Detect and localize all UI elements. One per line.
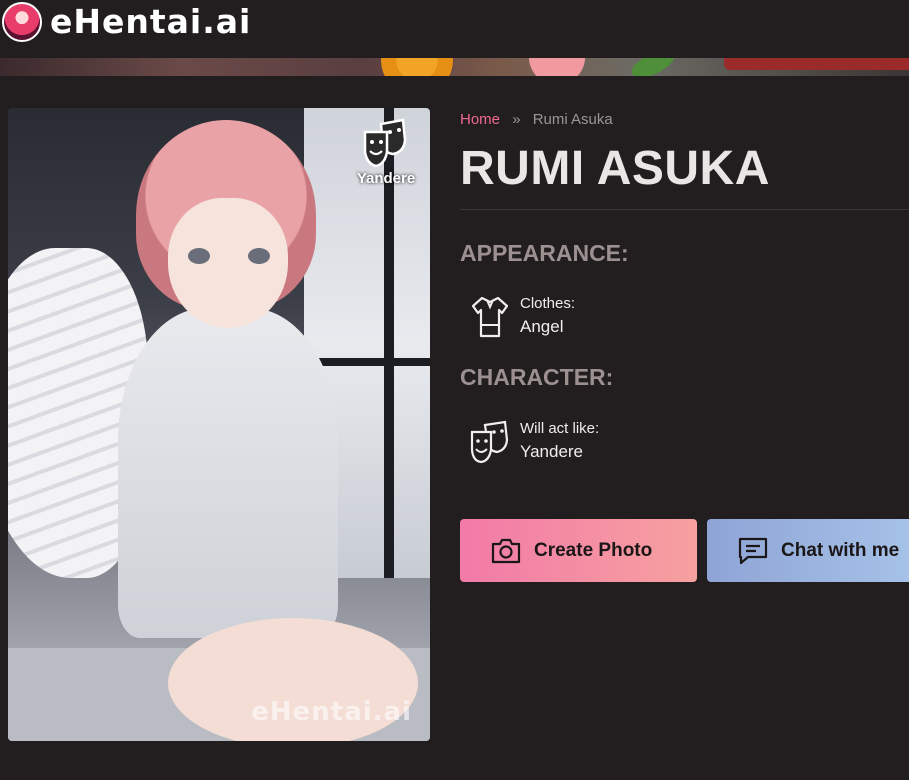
camera-icon bbox=[491, 538, 521, 563]
breadcrumb-current: Rumi Asuka bbox=[532, 111, 613, 128]
shirt-icon bbox=[471, 296, 509, 338]
breadcrumb-separator: » bbox=[512, 111, 521, 128]
title-divider bbox=[460, 209, 909, 210]
breadcrumb: Home » Rumi Asuka bbox=[460, 110, 613, 130]
site-header: eHentai.ai bbox=[0, 0, 909, 46]
character-portrait: Yandere eHentai.ai bbox=[8, 108, 430, 741]
behavior-value: Yandere bbox=[520, 442, 584, 461]
logo-avatar[interactable] bbox=[2, 2, 42, 42]
chat-bubble-icon bbox=[738, 537, 768, 564]
clothes-label: Clothes: bbox=[520, 295, 576, 312]
watermark: eHentai.ai bbox=[251, 697, 412, 727]
create-photo-button[interactable]: Create Photo bbox=[460, 519, 697, 582]
theater-masks-icon bbox=[470, 420, 509, 464]
behavior-label: Will act like: bbox=[520, 420, 600, 437]
personality-badge: Yandere bbox=[348, 118, 424, 198]
page-title: RUMI ASUKA bbox=[460, 142, 770, 195]
site-logo[interactable]: eHentai.ai bbox=[50, 2, 251, 42]
character-heading: CHARACTER: bbox=[460, 364, 614, 390]
chat-button[interactable]: Chat with me bbox=[707, 519, 909, 582]
clothes-value: Angel bbox=[520, 317, 564, 336]
create-photo-label: Create Photo bbox=[534, 539, 653, 561]
theater-masks-icon bbox=[363, 118, 407, 168]
badge-label: Yandere bbox=[356, 170, 416, 187]
chat-label: Chat with me bbox=[781, 539, 900, 561]
promo-banner[interactable] bbox=[0, 58, 909, 76]
appearance-heading: APPEARANCE: bbox=[460, 240, 629, 266]
breadcrumb-home-link[interactable]: Home bbox=[460, 111, 500, 128]
